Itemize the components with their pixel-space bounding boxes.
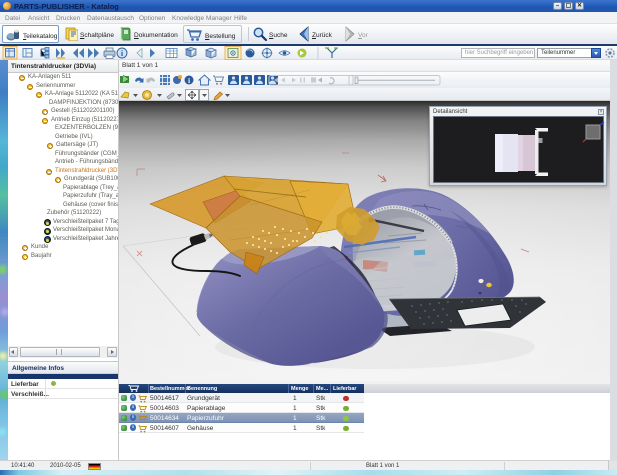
svg-text:i: i — [188, 76, 190, 85]
